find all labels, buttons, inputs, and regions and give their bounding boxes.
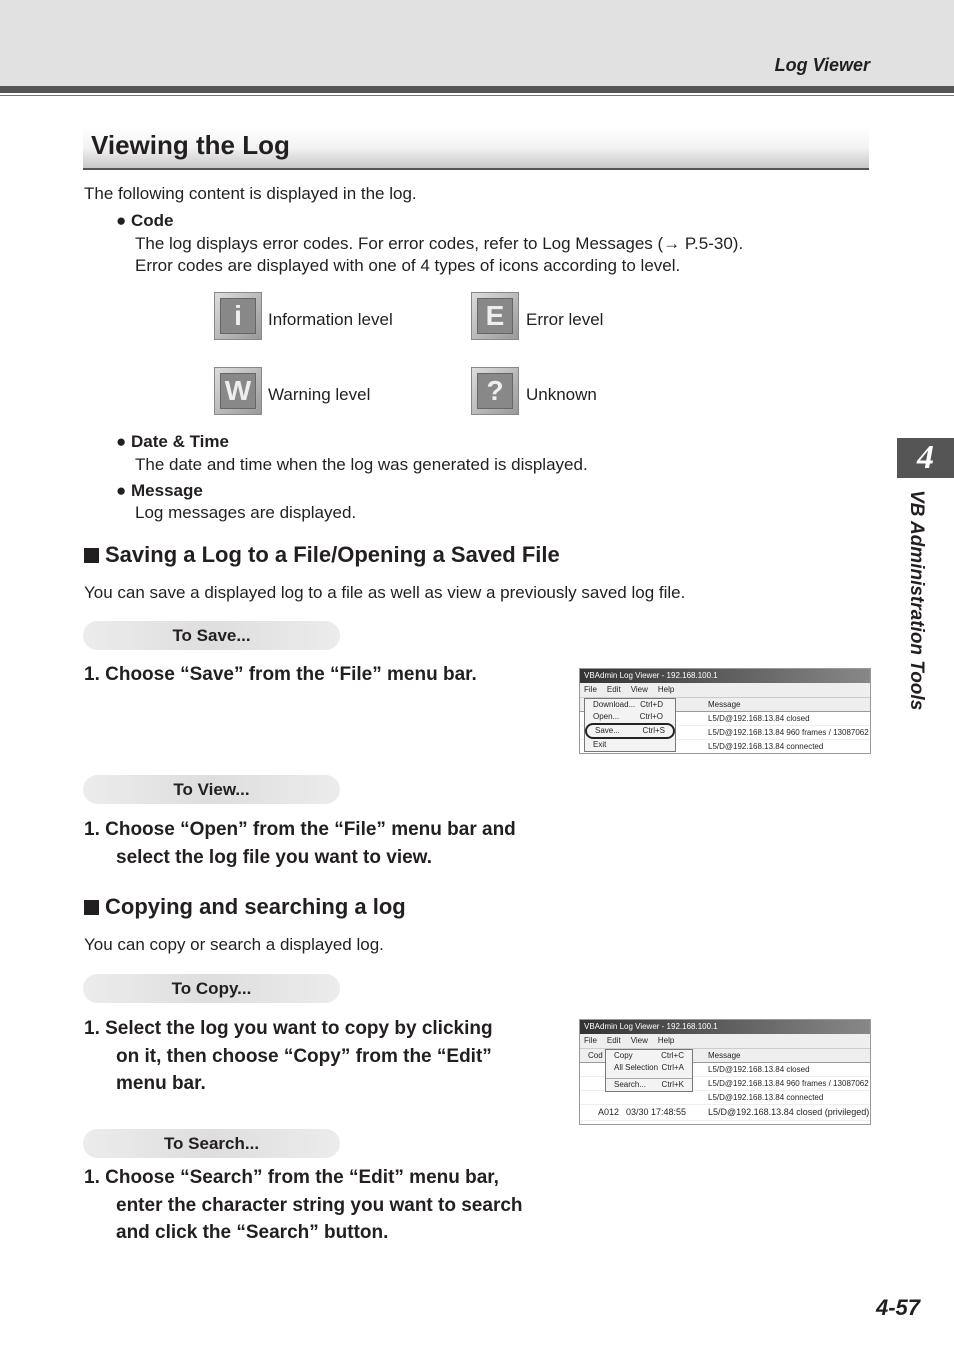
datetime-text: The date and time when the log was gener… — [135, 455, 588, 474]
unknown-label: Unknown — [526, 385, 597, 404]
log-row: L5/D@192.168.13.84 connected — [580, 1091, 870, 1105]
information-glyph: i — [220, 298, 256, 334]
menu-help: Help — [657, 1036, 675, 1045]
message-heading: ● Message — [116, 481, 203, 500]
save-step: 1. Choose “Save” from the “File” menu ba… — [84, 664, 477, 685]
intro: The following content is displayed in th… — [84, 184, 417, 203]
menu-item-open: Open... Ctrl+O — [593, 712, 663, 721]
warning-icon: W — [214, 367, 262, 415]
window-title: VBAdmin Log Viewer - 192.168.100.1 — [580, 1020, 870, 1034]
copy-section-text: You can copy or search a displayed log. — [84, 935, 384, 954]
view-step-1: 1. Choose “Open” from the “File” menu ba… — [84, 819, 516, 840]
unknown-icon: ? — [471, 367, 519, 415]
save-section-heading: Saving a Log to a File/Opening a Saved F… — [84, 542, 560, 568]
running-head: Log Viewer — [774, 55, 870, 75]
window-title: VBAdmin Log Viewer - 192.168.100.1 — [580, 669, 870, 683]
warning-glyph: W — [220, 373, 256, 409]
information-icon: i — [214, 292, 262, 340]
menu-item-save: Save... Ctrl+S — [585, 723, 675, 739]
message-text: Log messages are displayed. — [135, 503, 357, 522]
square-bullet-icon — [84, 900, 99, 915]
code-text-2: Error codes are displayed with one of 4 … — [135, 256, 681, 275]
menu-file: File — [584, 685, 597, 694]
page-number: 4-57 — [875, 1295, 920, 1320]
save-section-text: You can save a displayed log to a file a… — [84, 583, 686, 602]
search-step-2: enter the character string you want to s… — [116, 1195, 523, 1216]
file-menu: Download... Ctrl+D Open... Ctrl+O Save... C… — [584, 698, 676, 752]
menu-item-download: Download... Ctrl+D — [593, 700, 663, 709]
code-heading: ● Code — [116, 211, 174, 230]
chapter-label: VB Administration Tools — [906, 490, 927, 711]
menu-item-search: Search... Ctrl+K — [606, 1078, 692, 1091]
log-row-message: L5/D@192.168.13.84 closed (privileged) — [708, 1107, 870, 1117]
copy-step-3: menu bar. — [116, 1073, 206, 1094]
unknown-glyph: ? — [477, 373, 513, 409]
chapter-tab: 4 — [897, 438, 954, 478]
error-glyph: E — [477, 298, 513, 334]
save-heading-text: Saving a Log to a File/Opening a Saved F… — [105, 542, 560, 567]
menu-view: View — [630, 685, 648, 694]
view-step-2: select the log file you want to view. — [116, 847, 433, 868]
header-rule — [0, 86, 954, 93]
log-row: A012 03/30 17:48:55 L5/D@192.168.13.84 clo… — [580, 1105, 870, 1121]
error-label: Error level — [526, 310, 604, 329]
menu-item-copy: Copy Ctrl+C — [614, 1051, 684, 1060]
search-step-3: and click the “Search” button. — [116, 1222, 389, 1243]
header-line — [0, 95, 954, 96]
information-label: Information level — [268, 310, 393, 329]
page-title: Viewing the Log — [91, 130, 290, 160]
message-heading-text: Message — [131, 481, 203, 500]
edit-menu-screenshot: VBAdmin Log Viewer - 192.168.100.1 File E… — [579, 1019, 871, 1125]
datetime-heading: ● Date & Time — [116, 432, 229, 451]
menu-edit: Edit — [606, 685, 621, 694]
to-view-label: To View... — [83, 775, 340, 804]
copy-step-1: 1. Select the log you want to copy by cl… — [84, 1018, 493, 1039]
code-heading-text: Code — [131, 211, 174, 230]
to-search-label: To Search... — [83, 1129, 340, 1158]
menu-bar: File Edit View Help — [580, 1034, 870, 1049]
file-menu-screenshot: VBAdmin Log Viewer - 192.168.100.1 File E… — [579, 668, 871, 754]
menu-item-exit: Exit — [593, 740, 607, 749]
menu-bar: File Edit View Help — [580, 683, 870, 698]
edit-menu: Copy Ctrl+C All Selection Ctrl+A Search...… — [605, 1049, 693, 1092]
menu-item-all-selection: All Selection Ctrl+A — [614, 1063, 684, 1072]
copy-heading-text: Copying and searching a log — [105, 894, 406, 919]
copy-section-heading: Copying and searching a log — [84, 894, 406, 920]
copy-step-2: on it, then choose “Copy” from the “Edit… — [116, 1046, 492, 1067]
datetime-heading-text: Date & Time — [131, 432, 229, 451]
page: Log Viewer Viewing the Log The following… — [0, 0, 954, 1352]
menu-file: File — [584, 1036, 597, 1045]
square-bullet-icon — [84, 548, 99, 563]
menu-view: View — [630, 1036, 648, 1045]
to-copy-label: To Copy... — [83, 974, 340, 1003]
to-save-label: To Save... — [83, 621, 340, 650]
menu-help: Help — [657, 685, 675, 694]
search-step-1: 1. Choose “Search” from the “Edit” menu … — [84, 1167, 499, 1188]
error-icon: E — [471, 292, 519, 340]
warning-label: Warning level — [268, 385, 371, 404]
code-text-1: The log displays error codes. For error … — [135, 234, 744, 253]
menu-edit: Edit — [606, 1036, 621, 1045]
